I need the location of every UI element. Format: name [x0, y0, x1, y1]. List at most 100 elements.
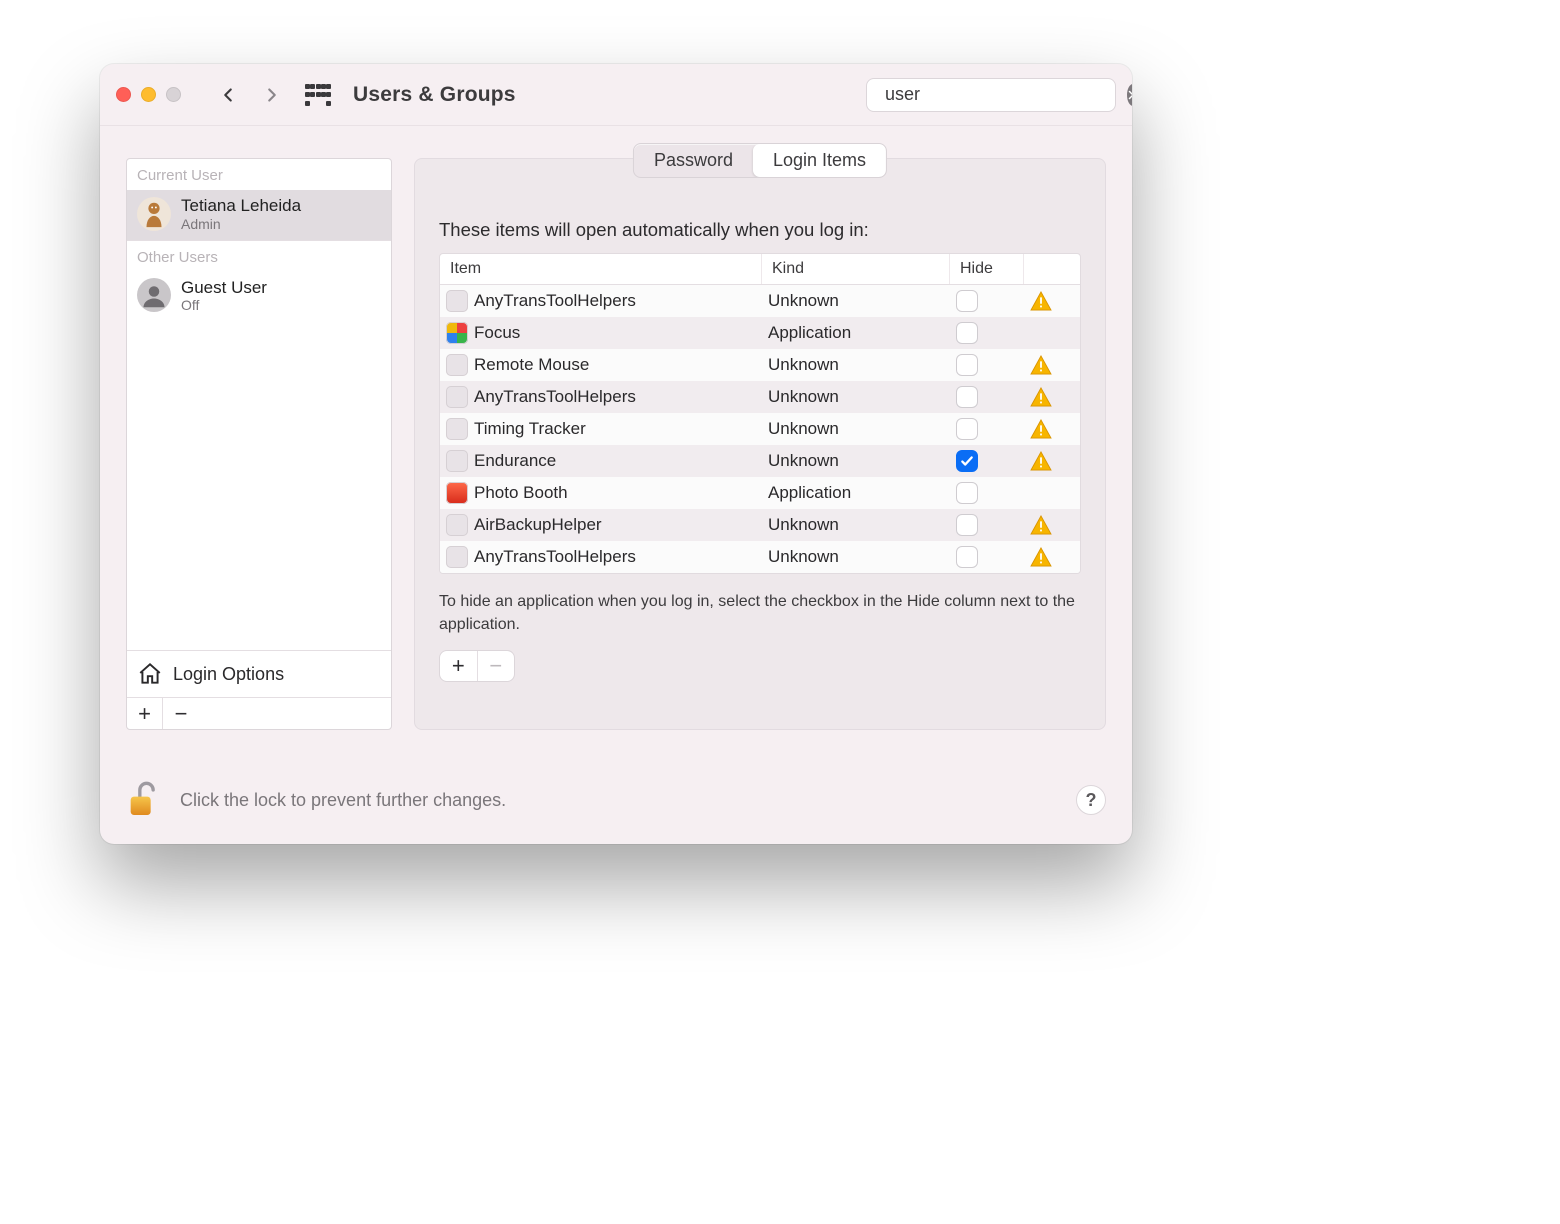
table-row[interactable]: AnyTransToolHelpersUnknown	[440, 541, 1080, 573]
chevron-right-icon	[261, 84, 283, 106]
item-cell: AnyTransToolHelpers	[440, 386, 762, 408]
table-row[interactable]: Endurance Unknown	[440, 445, 1080, 477]
lock-row: Click the lock to prevent further change…	[126, 780, 1106, 820]
back-button[interactable]	[213, 80, 243, 110]
col-item[interactable]: Item	[440, 254, 762, 284]
show-all-button[interactable]	[305, 84, 331, 106]
hide-cell	[950, 354, 1024, 376]
warning-icon	[1030, 355, 1052, 375]
status-cell	[1024, 547, 1080, 567]
hide-checkbox[interactable]	[956, 450, 978, 472]
hide-checkbox[interactable]	[956, 514, 978, 536]
add-login-item-button[interactable]: +	[440, 651, 477, 681]
hide-cell	[950, 322, 1024, 344]
hide-cell	[950, 514, 1024, 536]
item-name: Photo Booth	[474, 483, 568, 503]
guest-user-status: Off	[181, 297, 267, 313]
item-cell: Endurance	[440, 450, 762, 472]
app-icon	[446, 418, 468, 440]
hide-checkbox[interactable]	[956, 418, 978, 440]
close-icon	[1127, 89, 1132, 101]
forward-button[interactable]	[257, 80, 287, 110]
kind-cell: Unknown	[762, 355, 950, 375]
hide-checkbox[interactable]	[956, 546, 978, 568]
item-name: Endurance	[474, 451, 556, 471]
hide-hint: To hide an application when you log in, …	[439, 590, 1081, 636]
other-users-heading: Other Users	[127, 241, 391, 272]
help-button[interactable]: ?	[1076, 785, 1106, 815]
lock-open-icon[interactable]	[126, 780, 162, 820]
kind-cell: Unknown	[762, 515, 950, 535]
kind-cell: Unknown	[762, 547, 950, 567]
item-cell: Focus	[440, 322, 762, 344]
hide-checkbox[interactable]	[956, 290, 978, 312]
login-options-button[interactable]: Login Options	[127, 650, 391, 697]
item-name: Remote Mouse	[474, 355, 589, 375]
item-name: Focus	[474, 323, 520, 343]
table-row[interactable]: Photo Booth Application	[440, 477, 1080, 509]
status-cell	[1024, 515, 1080, 535]
col-hide[interactable]: Hide	[950, 254, 1024, 284]
current-user-heading: Current User	[127, 159, 391, 190]
remove-user-button[interactable]: −	[163, 698, 199, 729]
house-icon	[137, 661, 163, 687]
status-cell	[1024, 387, 1080, 407]
kind-cell: Unknown	[762, 387, 950, 407]
table-row[interactable]: AnyTransToolHelpersUnknown	[440, 285, 1080, 317]
hide-checkbox[interactable]	[956, 386, 978, 408]
current-user-avatar	[137, 197, 171, 231]
hide-cell	[950, 418, 1024, 440]
current-user-name: Tetiana Leheida	[181, 196, 301, 216]
add-user-button[interactable]: +	[127, 698, 163, 729]
sidebar-item-current-user[interactable]: Tetiana Leheida Admin	[127, 190, 391, 240]
search-input[interactable]	[885, 84, 1117, 105]
app-icon	[446, 482, 468, 504]
item-cell: AnyTransToolHelpers	[440, 546, 762, 568]
close-dot[interactable]	[116, 87, 131, 102]
item-name: AnyTransToolHelpers	[474, 387, 636, 407]
tab-login-items[interactable]: Login Items	[753, 144, 886, 177]
table-row[interactable]: AirBackupHelperUnknown	[440, 509, 1080, 541]
lock-text: Click the lock to prevent further change…	[180, 790, 506, 811]
warning-icon	[1030, 451, 1052, 471]
window-body: Current User Tetiana Leheida Admin	[100, 126, 1132, 844]
col-kind[interactable]: Kind	[762, 254, 950, 284]
toolbar: Users & Groups	[100, 64, 1132, 126]
tab-password[interactable]: Password	[634, 144, 753, 177]
user-sidebar: Current User Tetiana Leheida Admin	[126, 158, 392, 730]
table-row[interactable]: Timing TrackerUnknown	[440, 413, 1080, 445]
item-cell: Photo Booth	[440, 482, 762, 504]
hide-checkbox[interactable]	[956, 354, 978, 376]
app-icon	[446, 290, 468, 312]
guest-avatar	[137, 278, 171, 312]
hide-checkbox[interactable]	[956, 322, 978, 344]
warning-icon	[1030, 291, 1052, 311]
sidebar-item-guest-user[interactable]: Guest User Off	[127, 272, 391, 322]
remove-login-item-button[interactable]: −	[477, 651, 515, 681]
clear-search-button[interactable]	[1127, 84, 1132, 106]
kind-cell: Unknown	[762, 451, 950, 471]
kind-cell: Unknown	[762, 419, 950, 439]
login-items-table: Item Kind Hide AnyTransToolHelpersUnknow…	[439, 253, 1081, 574]
warning-icon	[1030, 515, 1052, 535]
warning-icon	[1030, 419, 1052, 439]
item-cell: AirBackupHelper	[440, 514, 762, 536]
guest-user-name: Guest User	[181, 278, 267, 298]
zoom-dot[interactable]	[166, 87, 181, 102]
current-user-role: Admin	[181, 216, 301, 232]
sidebar-footer: + −	[127, 697, 391, 729]
login-options-label: Login Options	[173, 664, 284, 685]
item-cell: Remote Mouse	[440, 354, 762, 376]
minimize-dot[interactable]	[141, 87, 156, 102]
table-row[interactable]: FocusApplication	[440, 317, 1080, 349]
hide-cell	[950, 482, 1024, 504]
search-field[interactable]	[866, 78, 1116, 112]
table-header: Item Kind Hide	[440, 254, 1080, 285]
hide-checkbox[interactable]	[956, 482, 978, 504]
warning-icon	[1030, 387, 1052, 407]
chevron-left-icon	[217, 84, 239, 106]
login-items-intro: These items will open automatically when…	[439, 219, 1081, 241]
kind-cell: Application	[762, 483, 950, 503]
table-row[interactable]: AnyTransToolHelpers Unknown	[440, 381, 1080, 413]
table-row[interactable]: Remote Mouse Unknown	[440, 349, 1080, 381]
